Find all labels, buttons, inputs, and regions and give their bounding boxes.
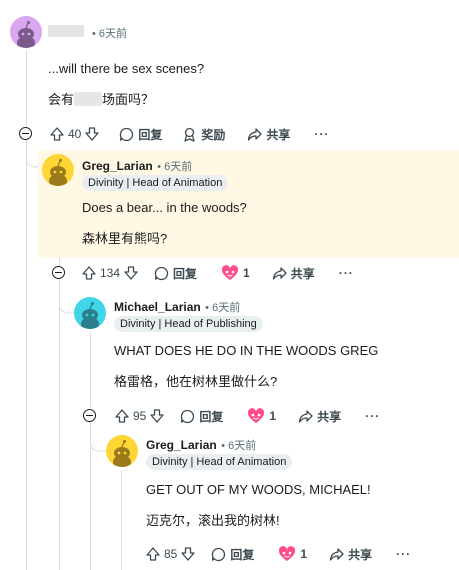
- action-bar: 95 回复 1 共享 ···: [115, 406, 380, 426]
- upvote-icon: [115, 409, 129, 423]
- award-icon: [184, 127, 196, 142]
- more-options-button[interactable]: ···: [339, 266, 354, 280]
- author-name[interactable]: Michael_Larian: [114, 300, 201, 314]
- vote-count: 134: [100, 266, 121, 280]
- reply-button[interactable]: 回复: [119, 126, 162, 143]
- comment-text-en: Does a bear... in the woods?: [82, 200, 247, 215]
- reply-button[interactable]: 回复: [211, 546, 254, 563]
- award-button[interactable]: 奖励: [182, 126, 225, 143]
- avatar[interactable]: [10, 16, 42, 48]
- reaction-button[interactable]: 1: [221, 265, 250, 281]
- user-flair: Divinity | Head of Animation: [82, 175, 229, 191]
- author-name[interactable]: Greg_Larian: [146, 438, 217, 452]
- share-icon: [298, 409, 313, 423]
- downvote-button[interactable]: [85, 127, 100, 141]
- comment-header: Greg_Larian • 6天前: [146, 436, 256, 454]
- vote-count: 95: [133, 409, 147, 423]
- snoo-avatar-icon: [81, 302, 99, 329]
- snoo-avatar-icon: [113, 440, 131, 467]
- upvote-button[interactable]: 134: [82, 266, 120, 280]
- user-flair: Divinity | Head of Animation: [146, 454, 293, 470]
- censored-text: [74, 92, 103, 106]
- action-bar: 40 回复 奖励 共享 ···: [50, 124, 329, 144]
- collapse-button[interactable]: [83, 409, 96, 422]
- more-options-button[interactable]: ···: [396, 547, 411, 561]
- avatar[interactable]: [42, 154, 74, 186]
- downvote-icon: [85, 127, 100, 141]
- share-icon: [329, 547, 344, 561]
- thread-line-reply3: [121, 470, 122, 570]
- heart-eyes-emoji-icon: [221, 265, 239, 280]
- reply-button[interactable]: 回复: [154, 265, 197, 282]
- action-bar: 85 回复 1 共享 ···: [146, 544, 411, 564]
- comment-time: • 6天前: [205, 302, 241, 314]
- share-button[interactable]: 共享: [298, 408, 341, 425]
- comment-time: • 6天前: [221, 440, 257, 452]
- comment-text-zh: 迈克尔，滚出我的树林!: [146, 513, 280, 528]
- share-button[interactable]: 共享: [329, 546, 372, 563]
- comment-bubble-icon: [212, 547, 226, 561]
- downvote-button[interactable]: [150, 409, 165, 423]
- downvote-button[interactable]: [181, 547, 196, 561]
- author-name[interactable]: Greg_Larian: [82, 159, 153, 173]
- comment-time: • 6天前: [157, 161, 193, 173]
- comment-text-en: ...will there be sex scenes?: [48, 61, 205, 76]
- share-icon: [248, 127, 263, 141]
- comment-bubble-icon: [154, 266, 169, 280]
- blurred-username: [48, 25, 84, 37]
- reaction-button[interactable]: 1: [247, 408, 276, 424]
- comment-text-en: WHAT DOES HE DO IN THE WOODS GREG: [114, 343, 379, 358]
- collapse-button[interactable]: [19, 127, 32, 140]
- heart-eyes-emoji-icon: [248, 408, 265, 423]
- thread-line-root: [26, 50, 27, 130]
- share-button[interactable]: 共享: [247, 126, 290, 143]
- upvote-button[interactable]: 85: [146, 547, 177, 561]
- reply-button[interactable]: 回复: [180, 408, 223, 425]
- downvote-button[interactable]: [124, 266, 138, 280]
- more-options-button[interactable]: ···: [314, 127, 329, 141]
- snoo-avatar-icon: [49, 159, 67, 186]
- action-bar: 134 回复 1 共享 ···: [82, 263, 354, 283]
- comment-bubble-icon: [120, 127, 134, 141]
- comment-text-zh: 格雷格，他在树林里做什么?: [114, 374, 278, 389]
- upvote-icon: [50, 127, 64, 141]
- share-icon: [272, 266, 287, 280]
- vote-count: 85: [164, 547, 178, 561]
- downvote-icon: [181, 547, 196, 561]
- comment-text-en: GET OUT OF MY WOODS, MICHAEL!: [146, 482, 371, 497]
- heart-eyes-emoji-icon: [279, 546, 296, 561]
- share-button[interactable]: 共享: [272, 265, 315, 282]
- thread-line-reply1-2: [59, 280, 60, 570]
- comment-text-zh: 森林里有熊吗?: [82, 231, 168, 246]
- comment-header: Michael_Larian • 6天前: [114, 298, 240, 316]
- downvote-icon: [150, 409, 165, 423]
- avatar[interactable]: [74, 297, 106, 329]
- vote-count: 40: [68, 127, 82, 141]
- comment-bubble-icon: [181, 409, 195, 423]
- reaction-button[interactable]: 1: [278, 546, 307, 562]
- user-flair: Divinity | Head of Publishing: [114, 316, 263, 332]
- thread-line-root-2: [26, 140, 27, 570]
- comment-time: • 6天前: [92, 28, 128, 40]
- more-options-button[interactable]: ···: [365, 409, 380, 423]
- thread-line-reply2: [90, 332, 91, 407]
- comment-header: Greg_Larian • 6天前: [82, 157, 192, 175]
- upvote-icon: [146, 547, 160, 561]
- upvote-button[interactable]: 40: [50, 127, 81, 141]
- comment-text-zh: 会有 场面吗？: [48, 92, 155, 107]
- snoo-avatar-icon: [17, 21, 35, 48]
- upvote-button[interactable]: 95: [115, 409, 146, 423]
- collapse-button[interactable]: [52, 266, 65, 279]
- downvote-icon: [124, 266, 138, 280]
- upvote-icon: [82, 266, 96, 280]
- avatar[interactable]: [106, 435, 138, 467]
